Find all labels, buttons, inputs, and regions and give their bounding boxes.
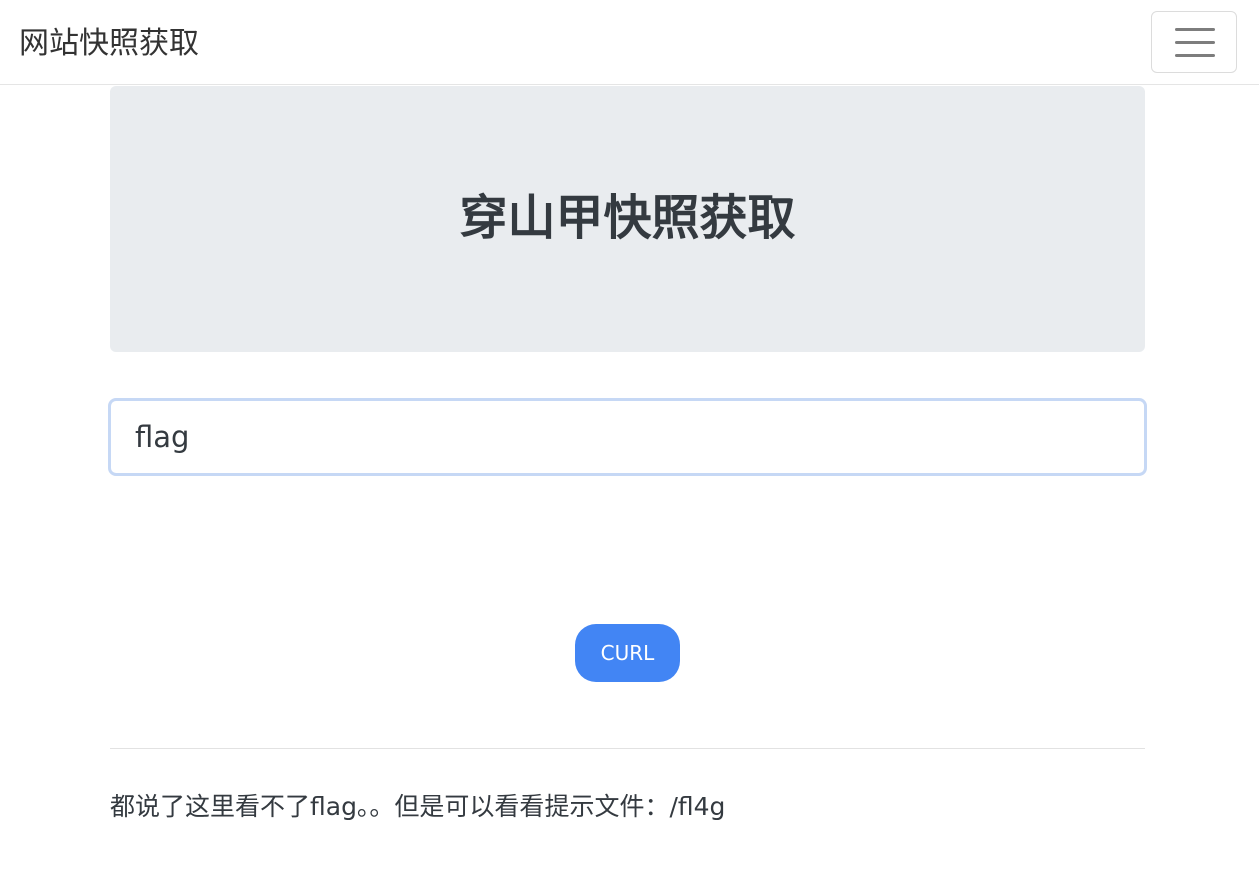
navbar-toggler-button[interactable]	[1151, 11, 1237, 73]
divider	[110, 748, 1145, 749]
navbar-brand[interactable]: 网站快照获取	[19, 22, 199, 66]
curl-button[interactable]: CURL	[575, 624, 680, 682]
hint-text: 都说了这里看不了flag。。但是可以看看提示文件：/fl4g	[110, 792, 726, 821]
hamburger-menu-icon-bar	[1175, 41, 1215, 44]
jumbotron: 穿山甲快照获取	[110, 86, 1145, 352]
navbar: 网站快照获取	[0, 0, 1259, 85]
page-title: 穿山甲快照获取	[459, 190, 796, 246]
hamburger-menu-icon	[1175, 28, 1215, 31]
hamburger-menu-icon-bar	[1175, 54, 1215, 57]
url-input[interactable]	[108, 398, 1147, 476]
